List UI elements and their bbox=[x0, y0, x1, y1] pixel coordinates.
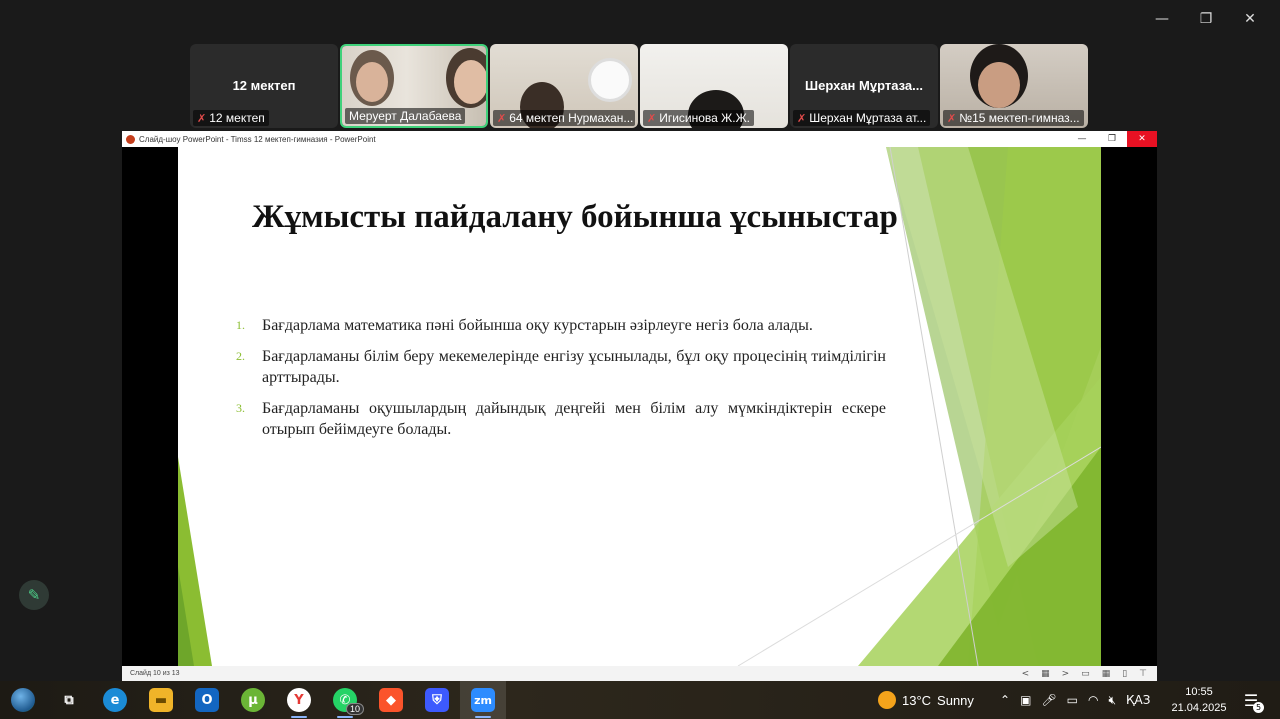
language-indicator[interactable]: ҚАЗ bbox=[1126, 693, 1150, 707]
participant-tile[interactable]: 12 мектеп ✗ 12 мектеп bbox=[190, 44, 338, 128]
ppt-status-bar: Слайд 10 из 13 < ▦ > ▭ ▦ ▯ ⊤ bbox=[122, 666, 1157, 681]
participant-name: Игисинова Ж.Ж. bbox=[659, 111, 751, 125]
ppt-window-title: Слайд-шоу PowerPoint - Timss 12 мектеп-г… bbox=[139, 134, 376, 144]
reading-view-icon[interactable]: ▯ bbox=[1122, 669, 1127, 679]
slide-nav: < ▦ > ▭ ▦ ▯ ⊤ bbox=[1022, 669, 1157, 679]
ppt-close-button[interactable]: ✕ bbox=[1127, 131, 1157, 147]
minimize-button[interactable]: — bbox=[1140, 8, 1184, 30]
chevron-up-icon[interactable]: ⌃ bbox=[1000, 693, 1010, 707]
participant-name: Шерхан Мұртаза ат... bbox=[809, 111, 927, 125]
list-item: 3. Бағдарламаны оқушылардың дайындық дең… bbox=[236, 398, 886, 440]
list-text: Бағдарламаны оқушылардың дайындық деңгей… bbox=[262, 400, 886, 438]
mic-muted-icon: ✗ bbox=[797, 111, 807, 125]
participant-nameplate: ✗ 12 мектеп bbox=[193, 110, 269, 126]
participant-name: 12 мектеп bbox=[209, 111, 265, 125]
shield-app-icon[interactable]: ⛨ bbox=[414, 681, 460, 719]
taskbar: ⧉ e ▬ O µ Y ✆ 10 ◆ ⛨ zm 13°C Sunny ⌃ ▣ 🎤… bbox=[0, 681, 1280, 719]
sorter-view-icon[interactable]: ▦ bbox=[1102, 669, 1111, 679]
wifi-icon[interactable]: ◠ bbox=[1088, 693, 1098, 707]
participant-tile[interactable]: ✗ №15 мектеп-гимназ... bbox=[940, 44, 1088, 128]
weather-condition: Sunny bbox=[937, 692, 974, 708]
prev-slide-button[interactable]: < bbox=[1022, 669, 1030, 679]
battery-icon[interactable]: ▭ bbox=[1067, 693, 1078, 707]
file-explorer-icon[interactable]: ▬ bbox=[138, 681, 184, 719]
participant-tile-active-speaker[interactable]: Меруерт Далабаева bbox=[340, 44, 488, 128]
normal-view-icon[interactable]: ▭ bbox=[1081, 669, 1090, 679]
participant-nameplate: ✗ 64 мектеп Нурмахан... bbox=[493, 110, 635, 126]
participant-display-name: Шерхан Мұртаза... bbox=[805, 78, 923, 93]
yandex-browser-icon[interactable]: Y bbox=[276, 681, 322, 719]
slide-grid-button[interactable]: ▦ bbox=[1041, 669, 1050, 679]
clock-date: 21.04.2025 bbox=[1171, 702, 1227, 714]
outlook-icon[interactable]: O bbox=[184, 681, 230, 719]
close-button[interactable]: ✕ bbox=[1228, 8, 1272, 30]
slide-title: Жұмысты пайдалану бойынша ұсыныстар bbox=[252, 199, 898, 235]
clock-time: 10:55 bbox=[1185, 686, 1213, 698]
mic-muted-icon: ✗ bbox=[197, 111, 207, 125]
edge-icon[interactable]: e bbox=[92, 681, 138, 719]
whatsapp-icon[interactable]: ✆ 10 bbox=[322, 681, 368, 719]
utorrent-icon[interactable]: µ bbox=[230, 681, 276, 719]
globe-icon[interactable] bbox=[0, 681, 46, 719]
list-item: 1. Бағдарлама математика пәні бойынша оқ… bbox=[236, 315, 886, 336]
slide[interactable]: Жұмысты пайдалану бойынша ұсыныстар 1. Б… bbox=[178, 147, 1101, 666]
participant-display-name: 12 мектеп bbox=[232, 78, 296, 93]
ppt-title-bar: Слайд-шоу PowerPoint - Timss 12 мектеп-г… bbox=[122, 131, 1157, 147]
zoom-icon[interactable]: zm bbox=[460, 681, 506, 719]
system-tray: ⌃ ▣ 🎤︎ ▭ ◠ 🔇︎ ҚАЗ bbox=[1000, 681, 1150, 719]
list-number: 1. bbox=[236, 318, 245, 332]
weather-widget[interactable]: 13°C Sunny bbox=[878, 681, 974, 719]
mic-muted-icon: ✗ bbox=[497, 111, 507, 125]
mic-muted-icon: ✗ bbox=[947, 111, 957, 125]
annotate-pencil-icon[interactable]: ✎ bbox=[19, 580, 49, 610]
ppt-window-controls: — ❐ ✕ bbox=[1067, 131, 1157, 147]
clock[interactable]: 10:55 21.04.2025 bbox=[1168, 684, 1230, 716]
powerpoint-icon bbox=[126, 134, 135, 144]
participant-nameplate: Меруерт Далабаева bbox=[345, 108, 466, 124]
notifications-icon[interactable]: ☰ 5 bbox=[1238, 687, 1264, 713]
microphone-icon[interactable]: 🎤︎ bbox=[1041, 693, 1056, 707]
slideshow-view-icon[interactable]: ⊤ bbox=[1139, 669, 1147, 679]
slide-counter: Слайд 10 из 13 bbox=[130, 670, 180, 677]
weather-temp: 13°C bbox=[902, 692, 932, 708]
volume-muted-icon[interactable]: 🔇︎ bbox=[1108, 693, 1116, 708]
participant-nameplate: ✗ Шерхан Мұртаза ат... bbox=[793, 110, 931, 126]
restore-button[interactable]: ❐ bbox=[1184, 8, 1228, 30]
ppt-restore-button[interactable]: ❐ bbox=[1097, 131, 1127, 147]
list-text: Бағдарламаны білім беру мекемелерінде ен… bbox=[262, 348, 886, 386]
window-controls: — ❐ ✕ bbox=[1140, 8, 1272, 30]
participant-name: №15 мектеп-гимназ... bbox=[959, 111, 1080, 125]
mic-muted-icon: ✗ bbox=[647, 111, 657, 125]
participant-name: Меруерт Далабаева bbox=[349, 109, 462, 123]
next-slide-button[interactable]: > bbox=[1062, 669, 1070, 679]
participant-strip: 12 мектеп ✗ 12 мектеп Меруерт Далабаева … bbox=[190, 44, 1090, 128]
powerpoint-window: Слайд-шоу PowerPoint - Timss 12 мектеп-г… bbox=[122, 131, 1157, 681]
sun-icon bbox=[878, 691, 896, 709]
participant-tile[interactable]: ✗ 64 мектеп Нурмахан... bbox=[490, 44, 638, 128]
whatsapp-badge: 10 bbox=[345, 703, 364, 715]
meet-now-icon[interactable]: ▣ bbox=[1020, 693, 1031, 707]
notification-count: 5 bbox=[1253, 702, 1264, 713]
list-text: Бағдарлама математика пәні бойынша оқу к… bbox=[262, 317, 813, 334]
list-item: 2. Бағдарламаны білім беру мекемелерінде… bbox=[236, 346, 886, 388]
participant-nameplate: ✗ №15 мектеп-гимназ... bbox=[943, 110, 1084, 126]
list-number: 3. bbox=[236, 401, 245, 415]
participant-nameplate: ✗ Игисинова Ж.Ж. bbox=[643, 110, 755, 126]
list-number: 2. bbox=[236, 349, 245, 363]
participant-tile[interactable]: ✗ Игисинова Ж.Ж. bbox=[640, 44, 788, 128]
brave-icon[interactable]: ◆ bbox=[368, 681, 414, 719]
participant-tile[interactable]: Шерхан Мұртаза... ✗ Шерхан Мұртаза ат... bbox=[790, 44, 938, 128]
ppt-minimize-button[interactable]: — bbox=[1067, 131, 1097, 147]
participant-name: 64 мектеп Нурмахан... bbox=[509, 111, 634, 125]
task-view-icon[interactable]: ⧉ bbox=[46, 681, 92, 719]
slide-list: 1. Бағдарлама математика пәні бойынша оқ… bbox=[236, 315, 886, 450]
